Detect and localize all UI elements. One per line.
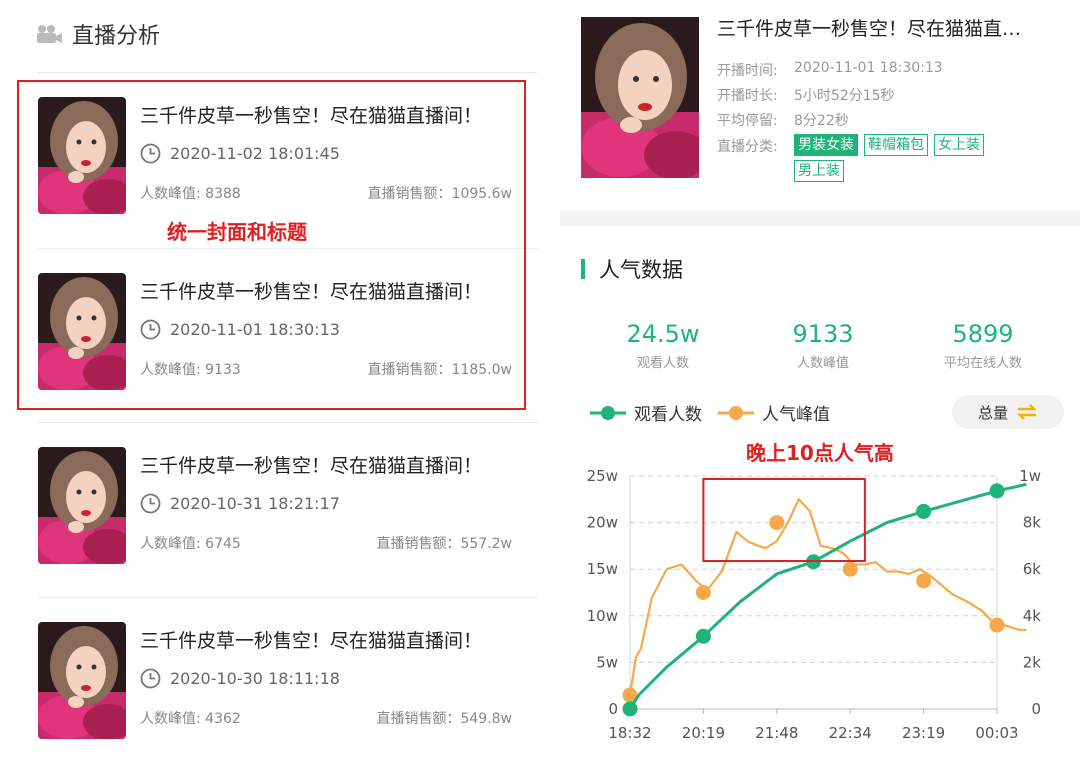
series-line-views xyxy=(628,482,1027,710)
stream-time-row: 2020-10-31 18:21:17 xyxy=(140,493,340,514)
info-label: 直播分类: xyxy=(717,139,778,155)
stat-value: 9133 xyxy=(792,320,854,348)
x-tick-label: 00:03 xyxy=(975,724,1018,742)
category-tag[interactable]: 女上装 xyxy=(934,134,984,156)
section-title: 人气数据 xyxy=(599,258,683,282)
category-tag[interactable]: 男装女装 xyxy=(794,134,858,156)
panel-header: 直播分析 xyxy=(36,14,160,54)
stream-cover xyxy=(38,622,126,739)
stream-time: 2020-10-31 18:21:17 xyxy=(170,494,340,513)
data-point-views xyxy=(989,483,1005,499)
stream-item[interactable]: 三千件皮草一秒售空！尽在猫猫直播间！ 2020-10-30 18:11:18 人… xyxy=(38,622,538,746)
detail-cover xyxy=(581,17,699,178)
info-category: 直播分类: xyxy=(717,136,794,156)
y-left-tick-label: 5w xyxy=(596,653,618,671)
data-point-peak xyxy=(989,617,1005,633)
video-camera-icon xyxy=(37,25,62,43)
peak-highlight-box xyxy=(702,478,866,562)
divider xyxy=(38,597,538,598)
total-button-label: 总量 xyxy=(977,403,1008,422)
stream-peak: 人数峰值: 4362 xyxy=(140,711,241,727)
info-value: 8分22秒 xyxy=(794,113,849,129)
info-label: 开播时间: xyxy=(717,63,778,79)
x-tick-label: 22:34 xyxy=(829,724,872,742)
stream-sales: 直播销售额：549.8w xyxy=(376,711,512,727)
section-separator xyxy=(560,210,1080,226)
legend-green-marker-icon xyxy=(590,405,626,420)
stat-value: 24.5w xyxy=(626,320,700,348)
info-label: 平均停留: xyxy=(717,113,778,129)
data-point-views xyxy=(695,628,711,644)
data-point-peak xyxy=(842,561,858,577)
stream-item[interactable]: 三千件皮草一秒售空！尽在猫猫直播间！ 2020-10-31 18:21:17 人… xyxy=(38,447,538,571)
y-left-tick-label: 0 xyxy=(608,700,618,718)
chart-legend: 观看人数 人气峰值 xyxy=(590,400,846,425)
y-left-tick-label: 20w xyxy=(587,514,618,532)
stream-cover xyxy=(38,447,126,564)
category-tag[interactable]: 鞋帽箱包 xyxy=(864,134,928,156)
swap-icon xyxy=(1017,404,1037,420)
info-value: 5小时52分15秒 xyxy=(794,88,895,104)
y-left-tick-label: 25w xyxy=(587,467,618,485)
total-toggle-button[interactable]: 总量 xyxy=(952,395,1064,429)
y-right-tick-label: 4k xyxy=(1023,607,1042,625)
x-tick-label: 18:32 xyxy=(608,724,651,742)
popularity-line-chart: 0 0 5w 2k 10w 4k 15w 6k 20w 8k 25w 1w 18:32 20:19 21:4… xyxy=(587,467,1042,742)
data-point-peak xyxy=(769,515,785,531)
y-left-tick-label: 10w xyxy=(587,607,618,625)
section-accent-bar xyxy=(581,259,585,279)
stat-caption: 人数峰值 xyxy=(796,356,849,371)
stat-views: 24.5w 观看人数 xyxy=(588,320,738,371)
info-avg-stay: 平均停留: 8分22秒 xyxy=(717,110,849,130)
info-value: 2020-11-01 18:30:13 xyxy=(794,60,943,76)
x-tick-label: 21:48 xyxy=(755,724,798,742)
stat-caption: 平均在线人数 xyxy=(943,356,1022,371)
detail-title: 三千件皮草一秒售空！尽在猫猫直… xyxy=(717,18,1022,40)
stream-title: 三千件皮草一秒售空！尽在猫猫直播间！ xyxy=(140,455,483,477)
y-right-tick-label: 1w xyxy=(1019,467,1041,485)
stream-time-row: 2020-10-30 18:11:18 xyxy=(140,668,340,689)
y-right-tick-label: 2k xyxy=(1023,653,1042,671)
stream-title: 三千件皮草一秒售空！尽在猫猫直播间！ xyxy=(140,630,483,652)
stat-peak: 9133 人数峰值 xyxy=(748,320,898,371)
legend-item-peak[interactable]: 人气峰值 xyxy=(718,400,830,425)
info-start-time: 开播时间: 2020-11-01 18:30:13 xyxy=(717,60,943,80)
x-tick-label: 23:19 xyxy=(902,724,945,742)
stream-sales: 直播销售额：557.2w xyxy=(376,536,512,552)
highlight-box xyxy=(17,80,526,410)
y-right-tick-label: 6k xyxy=(1023,560,1042,578)
stat-value: 5899 xyxy=(952,320,1014,348)
series-line-peak xyxy=(628,498,1027,696)
clock-icon xyxy=(140,493,161,514)
legend-label: 人气峰值 xyxy=(762,405,830,425)
y-left-tick-label: 15w xyxy=(587,560,618,578)
x-tick-label: 20:19 xyxy=(682,724,725,742)
divider xyxy=(38,422,538,423)
live-analysis-panel: 直播分析 三千件皮草一秒售空！尽在猫猫直播间！ 2020-11-02 18:01… xyxy=(0,0,545,759)
legend-label: 观看人数 xyxy=(634,405,702,425)
stat-avg-online: 5899 平均在线人数 xyxy=(908,320,1058,371)
stream-peak: 人数峰值: 6745 xyxy=(140,536,241,552)
stream-detail-panel: 三千件皮草一秒售空！尽在猫猫直… 开播时间: 2020-11-01 18:30:… xyxy=(560,0,1080,759)
y-right-tick-label: 0 xyxy=(1031,700,1041,718)
info-duration: 开播时长: 5小时52分15秒 xyxy=(717,85,895,105)
divider xyxy=(38,72,537,73)
annotation-note: 统一封面和标题 xyxy=(167,220,307,244)
legend-orange-marker-icon xyxy=(718,405,754,420)
legend-item-views[interactable]: 观看人数 xyxy=(590,400,702,425)
data-point-peak xyxy=(916,573,932,589)
y-right-tick-label: 8k xyxy=(1023,514,1042,532)
clock-icon xyxy=(140,668,161,689)
panel-title: 直播分析 xyxy=(72,24,161,49)
category-tag[interactable]: 男上装 xyxy=(794,160,844,182)
data-point-views xyxy=(622,701,638,717)
stream-time: 2020-10-30 18:11:18 xyxy=(170,669,340,688)
data-point-peak xyxy=(695,585,711,600)
info-label: 开播时长: xyxy=(717,88,778,104)
data-point-views xyxy=(916,503,932,519)
stat-caption: 观看人数 xyxy=(636,356,689,371)
category-tags: 男装女装 鞋帽箱包 女上装 男上装 xyxy=(794,134,1024,182)
